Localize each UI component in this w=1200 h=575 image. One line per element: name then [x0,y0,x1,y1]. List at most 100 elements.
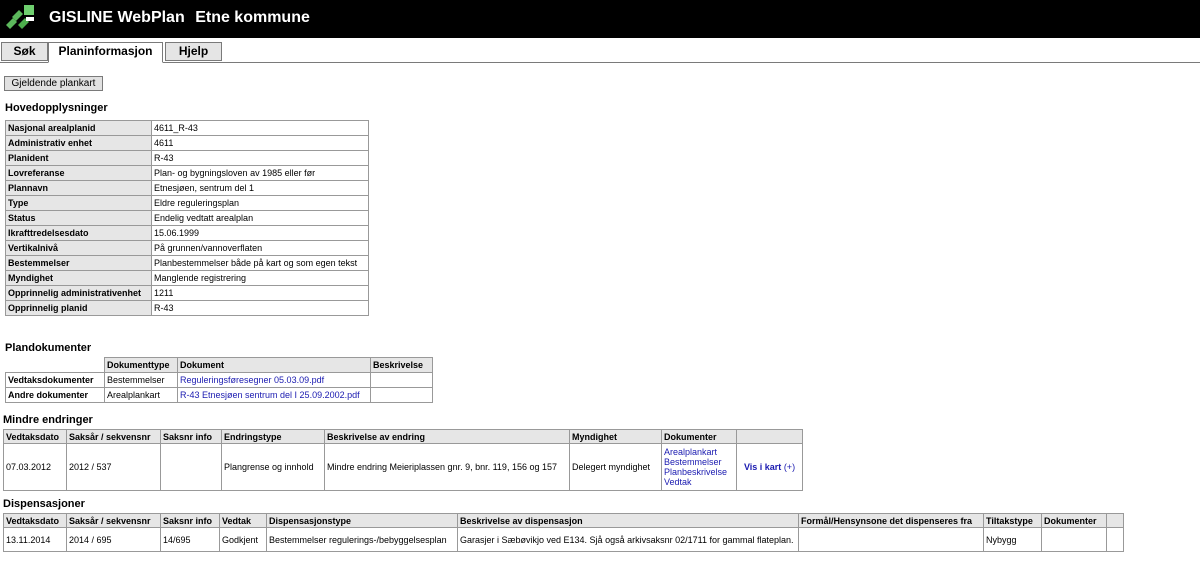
table-row: Vertikalnivå På grunnen/vannoverflaten [5,240,369,256]
column-header: Vedtaksdato [3,513,67,528]
table-row: Lovreferanse Plan- og bygningsloven av 19… [5,165,369,181]
document-group: Vedtaksdokumenter [5,372,105,388]
dispensation-documents [1041,527,1107,552]
show-in-map-link[interactable]: Vis i kart [744,462,781,472]
field-label: Lovreferanse [5,165,152,181]
field-value: Eldre reguleringsplan [151,195,369,211]
table-row: Andre dokumenter Arealplankart R-43 Etne… [5,387,433,403]
column-header: Dispensasjonstype [266,513,458,528]
field-label: Planident [5,150,152,166]
table-header-row: Dokumenttype Dokument Beskrivelse [5,357,433,373]
field-value: 4611_R-43 [151,120,369,136]
column-header: Beskrivelse av dispensasjon [457,513,799,528]
minor-changes-table: Vedtaksdato Saksår / sekvensnr Saksnr in… [3,429,803,491]
field-label: Bestemmelser [5,255,152,271]
dispensation-description: Garasjer i Sæbøvikjo ved E134. Sjå også … [457,527,799,552]
document-link[interactable]: Arealplankart [664,447,717,457]
field-label: Opprinnelig planid [5,300,152,316]
table-row: Opprinnelig planid R-43 [5,300,369,316]
column-header: Tiltakstype [983,513,1042,528]
document-group: Andre dokumenter [5,387,105,403]
column-header: Vedtaksdato [3,429,67,444]
dispensations-table: Vedtaksdato Saksår / sekvensnr Saksnr in… [3,513,1124,552]
change-date: 07.03.2012 [3,443,67,491]
plan-documents-heading: Plandokumenter [5,342,92,354]
column-header [5,357,105,373]
main-info-heading: Hovedopplysninger [5,102,108,114]
table-row: Type Eldre reguleringsplan [5,195,369,211]
field-label: Administrativ enhet [5,135,152,151]
table-row: Administrativ enhet 4611 [5,135,369,151]
field-label: Ikrafttredelsesdato [5,225,152,241]
change-type: Plangrense og innhold [221,443,325,491]
table-row: Ikrafttredelsesdato 15.06.1999 [5,225,369,241]
table-row: 07.03.2012 2012 / 537 Plangrense og innh… [3,443,803,491]
tab-bar: Søk Planinformasjon Hjelp [0,42,1200,63]
table-row: Plannavn Etnesjøen, sentrum del 1 [5,180,369,196]
column-header: Dokumenttype [104,357,178,373]
document-type: Arealplankart [104,387,178,403]
document-link[interactable]: Reguleringsføresegner 05.03.09.pdf [180,375,324,385]
app-title: GISLINE WebPlan Etne kommune [49,9,310,27]
expand-link[interactable]: (+) [784,462,795,472]
document-link[interactable]: R-43 Etnesjøen sentrum del I 25.09.2002.… [180,390,360,400]
change-case-info [160,443,222,491]
app-name: GISLINE WebPlan [49,9,185,26]
table-row: Status Endelig vedtatt arealplan [5,210,369,226]
column-header: Saksår / sekvensnr [66,429,161,444]
gisline-logo-icon [6,5,34,29]
document-type: Bestemmelser [104,372,178,388]
column-header: Vedtak [219,513,267,528]
change-authority: Delegert myndighet [569,443,662,491]
show-in-map-cell: Vis i kart (+) [736,443,803,491]
document-link[interactable]: Vedtak [664,477,692,487]
field-value: R-43 [151,150,369,166]
column-header: Dokument [177,357,371,373]
field-value: R-43 [151,300,369,316]
dispensation-case-info: 14/695 [160,527,220,552]
tab-search[interactable]: Søk [1,42,48,61]
table-header-row: Vedtaksdato Saksår / sekvensnr Saksnr in… [3,429,803,444]
dispensation-case-number: 2014 / 695 [66,527,161,552]
field-label: Plannavn [5,180,152,196]
current-plan-map-button[interactable]: Gjeldende plankart [4,76,103,91]
tab-plan-information[interactable]: Planinformasjon [48,42,163,63]
dispensation-extra [1106,527,1124,552]
document-link[interactable]: Planbeskrivelse [664,467,727,477]
column-header: Endringstype [221,429,325,444]
municipality-name: Etne kommune [195,9,310,26]
column-header: Saksår / sekvensnr [66,513,161,528]
table-header-row: Vedtaksdato Saksår / sekvensnr Saksnr in… [3,513,1124,528]
column-header [1106,513,1124,528]
change-case-number: 2012 / 537 [66,443,161,491]
dispensation-date: 13.11.2014 [3,527,67,552]
field-label: Status [5,210,152,226]
field-value: Manglende registrering [151,270,369,286]
table-row: 13.11.2014 2014 / 695 14/695 Godkjent Be… [3,527,1124,552]
field-value: På grunnen/vannoverflaten [151,240,369,256]
dispensation-purpose [798,527,984,552]
column-header: Formål/Hensynsone det dispenseres fra [798,513,984,528]
dispensation-type: Bestemmelser regulerings-/bebyggelsespla… [266,527,458,552]
column-header: Myndighet [569,429,662,444]
field-label: Nasjonal arealplanid [5,120,152,136]
minor-changes-heading: Mindre endringer [3,414,93,426]
tab-help[interactable]: Hjelp [165,42,222,61]
column-header: Saksnr info [160,429,222,444]
dispensation-measure-type: Nybygg [983,527,1042,552]
field-value: 1211 [151,285,369,301]
field-value: Planbestemmelser både på kart og som ege… [151,255,369,271]
field-value: Etnesjøen, sentrum del 1 [151,180,369,196]
change-description: Mindre endring Meieriplassen gnr. 9, bnr… [324,443,570,491]
document-description [370,372,433,388]
table-row: Planident R-43 [5,150,369,166]
plan-documents-table: Dokumenttype Dokument Beskrivelse Vedtak… [5,357,433,403]
app-header: GISLINE WebPlan Etne kommune [0,0,1200,38]
field-label: Opprinnelig administrativenhet [5,285,152,301]
document-description [370,387,433,403]
field-value: 4611 [151,135,369,151]
document-link[interactable]: Bestemmelser [664,457,722,467]
column-header: Saksnr info [160,513,220,528]
change-documents: Arealplankart Bestemmelser Planbeskrivel… [661,443,737,491]
column-header: Beskrivelse [370,357,433,373]
